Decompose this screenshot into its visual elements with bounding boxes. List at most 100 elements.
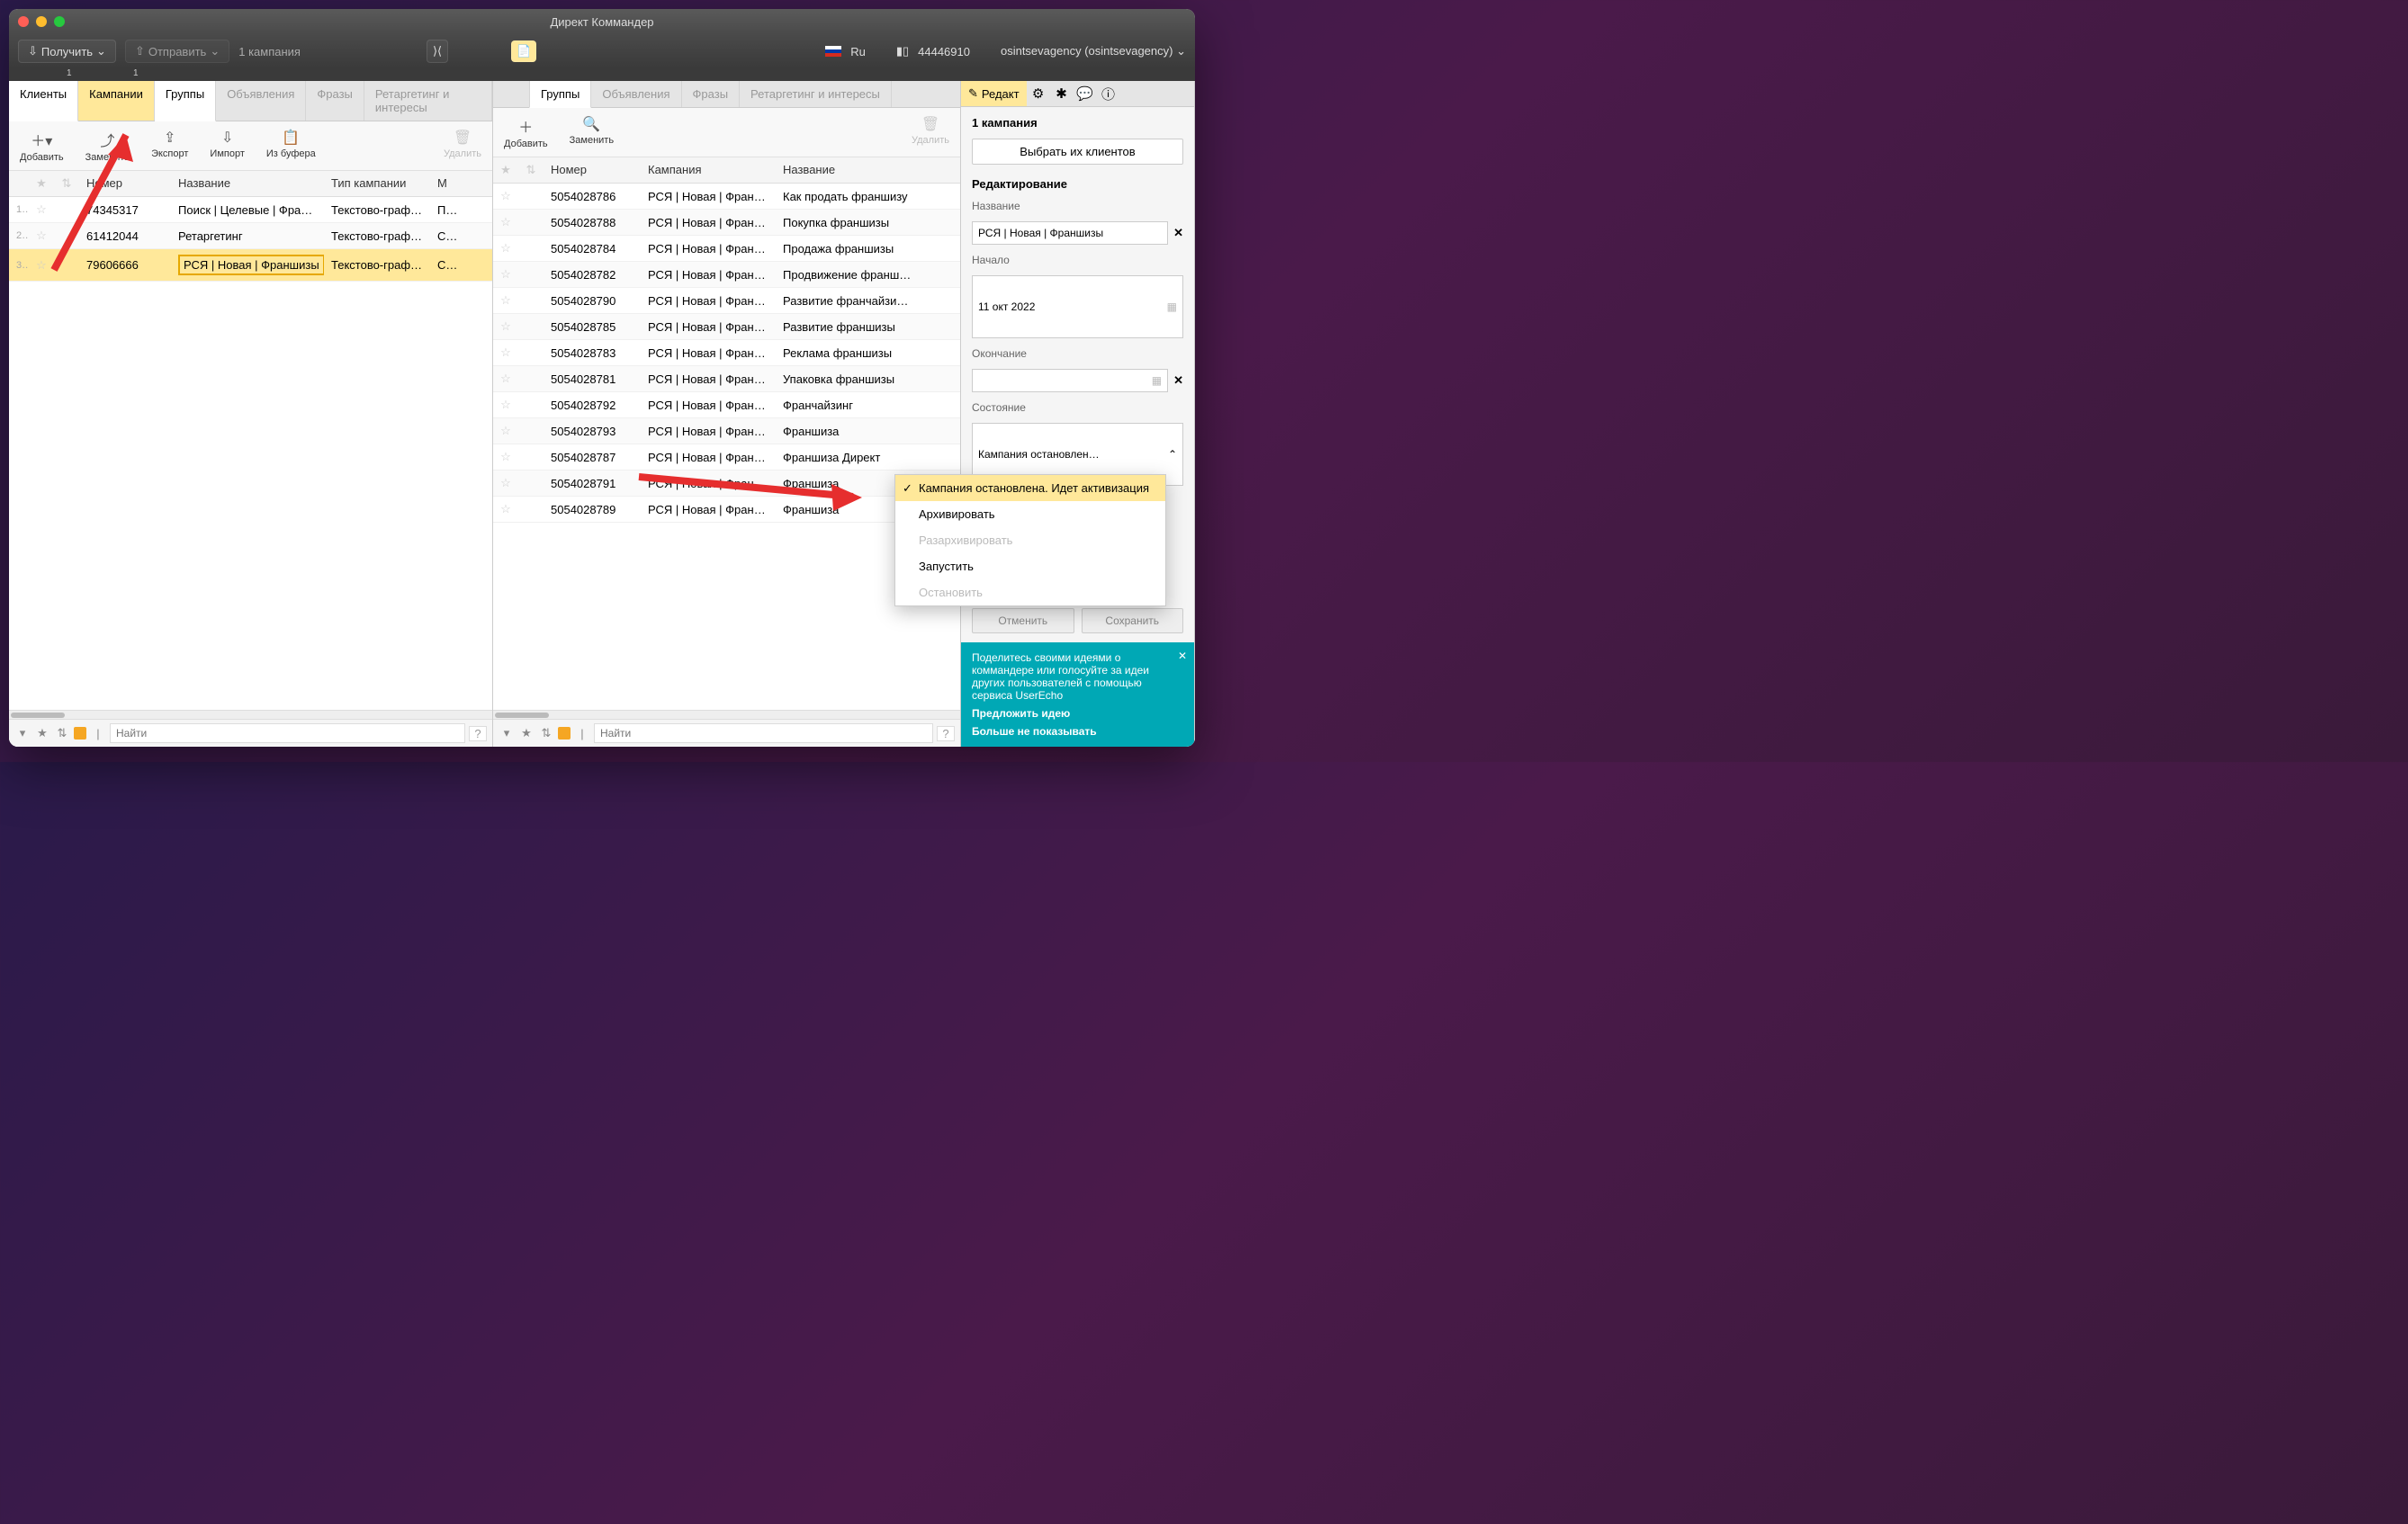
chip-icon[interactable] <box>558 727 571 740</box>
table-row[interactable]: 1☆74345317Поиск | Целевые | Фран…Текстов… <box>9 197 492 223</box>
end-date-input[interactable]: ▦ <box>972 369 1168 392</box>
main-toolbar: ⇩ Получить ⌄ ⇧ Отправить ⌄ 1 кампания ⟩⟨… <box>9 34 1195 68</box>
sort-icon[interactable]: ⇅ <box>54 171 79 196</box>
tab-edit[interactable]: ✎ Редакт <box>961 81 1027 106</box>
user-menu[interactable]: osintsevagency (osintsevagency) ⌄ <box>1001 44 1186 58</box>
tab-groups[interactable]: Группы <box>155 81 216 121</box>
search-input[interactable] <box>594 723 933 743</box>
tab-phrases[interactable]: Фразы <box>306 81 364 121</box>
table-row[interactable]: ☆5054028781РСЯ | Новая | Франш…Упаковка … <box>493 366 960 392</box>
import-button[interactable]: ⇩Импорт <box>210 129 244 163</box>
clear-end-button[interactable]: ✕ <box>1173 373 1183 388</box>
replace-button[interactable]: ⤴Заменить <box>85 129 130 163</box>
cancel-button[interactable]: Отменить <box>972 608 1074 633</box>
dropdown-option-archive[interactable]: Архивировать <box>895 501 1165 527</box>
close-promo-button[interactable]: ✕ <box>1178 650 1187 662</box>
export-button[interactable]: ⇪Экспорт <box>151 129 188 163</box>
suggest-idea-link[interactable]: Предложить идею <box>972 707 1183 720</box>
maximize-window-button[interactable] <box>54 16 65 27</box>
frombuffer-button[interactable]: 📋Из буфера <box>266 129 316 163</box>
clear-name-button[interactable]: ✕ <box>1173 226 1183 240</box>
table-row[interactable]: ☆5054028792РСЯ | Новая | Франш…Франчайзи… <box>493 392 960 418</box>
tab-clients[interactable]: Клиенты <box>9 81 78 121</box>
table-row[interactable]: ☆5054028788РСЯ | Новая | Франш…Покупка ф… <box>493 210 960 236</box>
h-scrollbar[interactable] <box>9 710 492 719</box>
sort-icon[interactable]: ⇅ <box>518 157 544 183</box>
chevron-down-icon: ⌄ <box>1176 44 1186 58</box>
add-button[interactable]: ＋Добавить <box>504 115 548 149</box>
get-button[interactable]: ⇩ Получить ⌄ <box>18 40 116 63</box>
mid-actions: ＋Добавить 🔍Заменить 🗑Удалить <box>493 108 960 157</box>
table-row[interactable]: ☆5054028784РСЯ | Новая | Франш…Продажа ф… <box>493 236 960 262</box>
tab-campaigns[interactable]: Кампании <box>78 81 155 121</box>
tab-retargeting[interactable]: Ретаргетинг и интересы <box>740 81 892 107</box>
table-row[interactable]: ☆5054028793РСЯ | Новая | Франш…Франшиза <box>493 418 960 444</box>
settings-icon[interactable]: ⚙ <box>1027 85 1050 102</box>
battery-icon: ▮▯ <box>896 44 909 58</box>
campaigns-pane: Клиенты Кампании Группы Объявления Фразы… <box>9 81 493 747</box>
save-button[interactable]: Сохранить <box>1082 608 1184 633</box>
table-row[interactable]: ☆5054028789РСЯ | Новая | Франш…Франшиза <box>493 497 960 523</box>
right-tabs: ✎ Редакт ⚙ ✱ 💬 ⓘ <box>961 81 1194 107</box>
col-name[interactable]: Название <box>776 157 920 183</box>
filter-icon[interactable]: ▾ <box>499 726 515 740</box>
dismiss-link[interactable]: Больше не показывать <box>972 725 1183 738</box>
help-button[interactable]: ? <box>469 726 487 741</box>
state-dropdown: Кампания остановлена. Идет активизация А… <box>894 474 1166 606</box>
table-row[interactable]: ☆5054028785РСЯ | Новая | Франш…Развитие … <box>493 314 960 340</box>
col-number[interactable]: Номер <box>544 157 641 183</box>
star-filter-icon[interactable]: ★ <box>518 726 535 740</box>
start-date-input[interactable]: 11 окт 2022 ▦ <box>972 275 1183 338</box>
language-label[interactable]: Ru <box>850 45 866 58</box>
collapse-button[interactable]: ⟩⟨ <box>427 40 448 63</box>
info-icon[interactable]: ⓘ <box>1097 85 1120 103</box>
table-header: ★ ⇅ Номер Название Тип кампании М <box>9 171 492 197</box>
col-name[interactable]: Название <box>171 171 324 196</box>
search-input[interactable] <box>110 723 465 743</box>
chip-icon[interactable] <box>74 727 86 740</box>
dropdown-option-stopped[interactable]: Кампания остановлена. Идет активизация <box>895 475 1165 501</box>
table-row[interactable]: ☆5054028787РСЯ | Новая | Франш…Франшиза … <box>493 444 960 471</box>
collapse-icon: ⟩⟨ <box>433 44 442 58</box>
dropdown-option-run[interactable]: Запустить <box>895 553 1165 579</box>
star-icon[interactable]: ★ <box>29 171 54 196</box>
table-row[interactable]: ☆5054028783РСЯ | Новая | Франш…Реклама ф… <box>493 340 960 366</box>
close-window-button[interactable] <box>18 16 29 27</box>
table-row[interactable]: ☆5054028791РСЯ | Новая | Франш…Франшиза <box>493 471 960 497</box>
filter-icon[interactable]: ▾ <box>14 726 31 740</box>
add-button[interactable]: ＋▾Добавить <box>20 129 64 163</box>
table-row[interactable]: ☆5054028782РСЯ | Новая | Франш…Продвижен… <box>493 262 960 288</box>
choose-clients-button[interactable]: Выбрать их клиентов <box>972 139 1183 165</box>
chat-icon[interactable]: 💬 <box>1074 85 1097 102</box>
col-type[interactable]: Тип кампании <box>324 171 430 196</box>
send-button[interactable]: ⇧ Отправить ⌄ <box>125 40 229 63</box>
replace-button[interactable]: 🔍Заменить <box>570 115 614 149</box>
gear-icon[interactable]: ✱ <box>1050 85 1074 102</box>
table-row[interactable]: ☆5054028786РСЯ | Новая | Франш…Как прода… <box>493 184 960 210</box>
help-button[interactable]: ? <box>937 726 955 741</box>
tab-ads[interactable]: Объявления <box>591 81 681 107</box>
col-campaign[interactable]: Кампания <box>641 157 776 183</box>
col-number[interactable]: Номер <box>79 171 171 196</box>
sort-filter-icon[interactable]: ⇅ <box>54 726 70 740</box>
table-row[interactable]: ☆5054028790РСЯ | Новая | Франш…Развитие … <box>493 288 960 314</box>
tab-groups[interactable]: Группы <box>529 81 591 108</box>
col-m[interactable]: М <box>430 171 457 196</box>
name-input[interactable]: РСЯ | Новая | Франшизы <box>972 221 1168 245</box>
tab-phrases[interactable]: Фразы <box>682 81 741 107</box>
mid-footer: ▾ ★ ⇅ | ? <box>493 719 960 747</box>
star-filter-icon[interactable]: ★ <box>34 726 50 740</box>
h-scrollbar[interactable] <box>493 710 960 719</box>
tab-ads[interactable]: Объявления <box>216 81 306 121</box>
mid-tabs: Группы Объявления Фразы Ретаргетинг и ин… <box>493 81 960 108</box>
tab-retargeting[interactable]: Ретаргетинг и интересы <box>364 81 492 121</box>
start-label: Начало <box>972 254 1183 266</box>
star-icon[interactable]: ★ <box>493 157 518 183</box>
sort-filter-icon[interactable]: ⇅ <box>538 726 554 740</box>
table-row[interactable]: 3☆79606666РСЯ | Новая | ФраншизыТекстово… <box>9 249 492 282</box>
clipboard-icon: 📋 <box>282 129 300 147</box>
notes-button[interactable]: 📄 <box>511 40 536 62</box>
table-row[interactable]: 2☆61412044РетаргетингТекстово-граф…Сс <box>9 223 492 249</box>
minimize-window-button[interactable] <box>36 16 47 27</box>
points-label: 44446910 <box>918 45 970 58</box>
